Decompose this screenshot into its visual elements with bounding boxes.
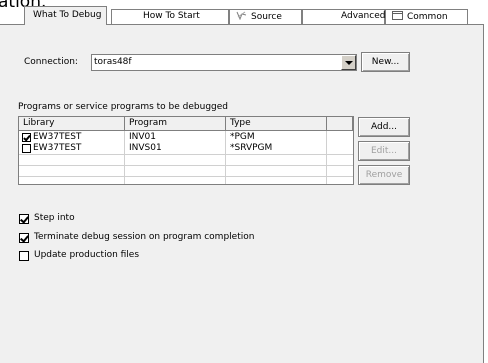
terminate-debug-checkbox[interactable] xyxy=(19,233,29,243)
cell-program: INV01 xyxy=(129,132,156,142)
column-header-library[interactable]: Library xyxy=(19,117,125,131)
programs-table[interactable]: Library Program Type EW37TEST INV01 *PGM… xyxy=(18,116,354,185)
step-into-label: Step into xyxy=(34,213,75,223)
table-row[interactable]: EW37TEST INVS01 *SRVPGM xyxy=(19,143,353,154)
edit-program-button[interactable]: Edit... xyxy=(358,141,410,161)
cell-library: EW37TEST xyxy=(33,143,82,153)
update-production-label: Update production files xyxy=(34,250,140,260)
tab-label: Common xyxy=(407,12,448,22)
connection-combo[interactable]: toras48f xyxy=(91,54,357,71)
update-production-checkbox[interactable] xyxy=(19,251,29,261)
new-connection-button[interactable]: New... xyxy=(361,52,410,72)
column-header-program[interactable]: Program xyxy=(125,117,226,131)
column-header-type[interactable]: Type xyxy=(226,117,327,131)
tab-label: Advanced xyxy=(341,11,386,21)
add-program-button[interactable]: Add... xyxy=(358,117,410,137)
common-icon xyxy=(392,11,403,20)
table-row[interactable]: EW37TEST INV01 *PGM xyxy=(19,132,353,143)
option-terminate-debug[interactable]: Terminate debug session on program compl… xyxy=(19,232,319,244)
cell-library: EW37TEST xyxy=(33,132,82,142)
remove-program-button[interactable]: Remove xyxy=(358,165,410,185)
row-divider xyxy=(19,165,353,166)
option-step-into[interactable]: Step into xyxy=(19,213,219,225)
cell-type: *PGM xyxy=(230,132,255,142)
tab-label: How To Start xyxy=(143,11,200,21)
tab-advanced[interactable]: Advanced xyxy=(302,9,385,24)
tab-source[interactable]: Source xyxy=(229,9,302,24)
tab-label: Source xyxy=(251,12,282,22)
chevron-down-icon[interactable] xyxy=(341,55,356,70)
cell-program: INVS01 xyxy=(129,143,162,153)
tab-bar: What To Debug How To Start Source Advanc… xyxy=(0,0,488,25)
connection-value: toras48f xyxy=(94,57,132,67)
row-divider xyxy=(19,154,353,155)
cell-type: *SRVPGM xyxy=(230,143,273,153)
terminate-debug-label: Terminate debug session on program compl… xyxy=(34,232,255,242)
debug-config-panel: Connection: toras48f New... Programs or … xyxy=(0,24,484,363)
connection-label: Connection: xyxy=(24,57,78,67)
option-update-production[interactable]: Update production files xyxy=(19,250,219,262)
tab-how-to-start[interactable]: How To Start xyxy=(111,9,229,24)
tab-what-to-debug[interactable]: What To Debug xyxy=(24,6,107,25)
row-divider xyxy=(19,176,353,177)
tab-label: What To Debug xyxy=(33,10,102,20)
step-into-checkbox[interactable] xyxy=(19,214,29,224)
programs-section-label: Programs or service programs to be debug… xyxy=(18,102,229,112)
source-icon xyxy=(236,11,247,21)
column-header-filler xyxy=(327,117,353,131)
tab-common[interactable]: Common xyxy=(385,9,468,24)
